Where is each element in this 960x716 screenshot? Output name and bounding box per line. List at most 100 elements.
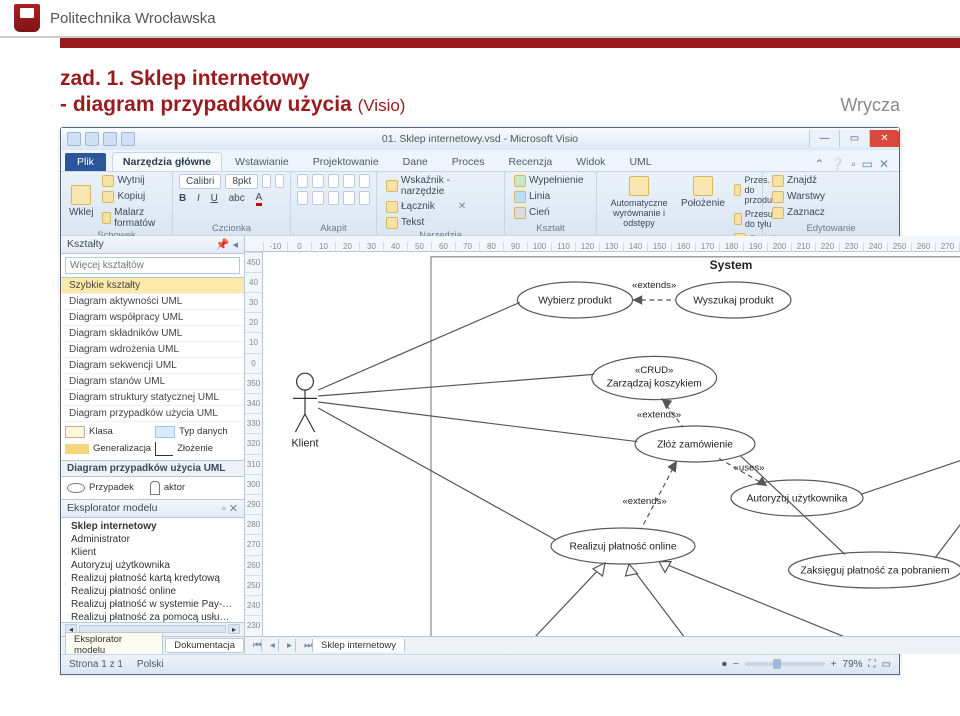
tree-node[interactable]: Klient <box>61 546 244 559</box>
sheet-tab-page[interactable]: Sklep internetowy <box>313 639 405 652</box>
undo-icon[interactable] <box>103 132 117 146</box>
auto-align-button[interactable]: Automatyczne wyrównanie i odstępy <box>603 174 675 230</box>
drawing-canvas[interactable]: System Klient <box>263 252 960 636</box>
bold-button[interactable]: B <box>179 193 186 204</box>
copy-button[interactable]: Kopiuj <box>99 190 166 204</box>
help-icon[interactable]: ❔ <box>830 157 845 171</box>
font-color-button[interactable]: A <box>256 192 263 206</box>
tree-node[interactable]: Realizuj płatność za pomocą usługi ePrze… <box>61 611 244 622</box>
rotate-text-icon[interactable] <box>359 174 370 188</box>
connector-tool[interactable]: Łącznik✕ <box>383 200 498 214</box>
decrease-indent-icon[interactable] <box>343 191 354 205</box>
align-bot-icon[interactable] <box>328 191 339 205</box>
record-macro-icon[interactable]: ⏺ <box>722 659 727 670</box>
font-size-select[interactable]: 8pkt <box>225 174 258 189</box>
shape-typ[interactable]: Typ danych <box>155 426 240 438</box>
grow-font-icon[interactable] <box>262 174 271 188</box>
text-tool[interactable]: Tekst <box>383 216 498 230</box>
shape-generalization[interactable]: Generalizacja <box>65 442 151 456</box>
stencil-item[interactable]: Diagram wdrożenia UML <box>61 342 244 358</box>
stencil-item[interactable]: Diagram sekwencji UML <box>61 358 244 374</box>
sheet-nav-next[interactable]: ▸ <box>279 639 296 652</box>
paste-button[interactable]: Wklej <box>67 183 95 220</box>
bullets-icon[interactable] <box>343 174 354 188</box>
mdi-min-icon[interactable]: ▫ <box>851 157 855 171</box>
shape-aktor[interactable]: aktor <box>150 481 185 495</box>
stencil-item[interactable]: Diagram składników UML <box>61 326 244 342</box>
minimize-button[interactable]: — <box>809 130 839 147</box>
mdi-max-icon[interactable]: ▭ <box>862 157 873 171</box>
stencil-item[interactable]: Diagram struktury statycznej UML <box>61 390 244 406</box>
tab-review[interactable]: Recenzja <box>497 152 563 171</box>
tab-view[interactable]: Widok <box>565 152 616 171</box>
shrink-font-icon[interactable] <box>275 174 284 188</box>
layers-button[interactable]: Warstwy <box>769 190 893 204</box>
tab-process[interactable]: Proces <box>441 152 496 171</box>
shape-przypadek[interactable]: Przypadek <box>67 481 134 495</box>
minimize-ribbon-icon[interactable]: ⌃ <box>814 157 824 171</box>
tab-data[interactable]: Dane <box>392 152 439 171</box>
stencil-item[interactable]: Diagram aktywności UML <box>61 294 244 310</box>
select-button[interactable]: Zaznacz <box>769 206 893 220</box>
pointer-tool[interactable]: Wskaźnik - narzędzie <box>383 174 498 198</box>
align-left-icon[interactable] <box>297 174 308 188</box>
find-button[interactable]: Znajdź <box>769 174 893 188</box>
sheet-nav-prev[interactable]: ◂ <box>262 639 279 652</box>
svg-text:«CRUD»: «CRUD» <box>635 365 673 376</box>
sheet-nav-last[interactable]: ⏭ <box>296 639 313 652</box>
scroll-right-icon[interactable]: ▸ <box>228 624 240 634</box>
strike-button[interactable]: abc <box>229 193 245 204</box>
svg-text:Klient: Klient <box>291 437 318 449</box>
more-shapes[interactable]: Więcej kształtów <box>65 257 240 274</box>
explorer-tree[interactable]: Sklep internetowy Administrator Klient A… <box>61 518 244 622</box>
mdi-close-icon[interactable]: ✕ <box>879 157 889 171</box>
shape-palette: Klasa Typ danych Generalizacja Złożenie <box>61 422 244 460</box>
tab-home[interactable]: Narzędzia główne <box>112 152 222 171</box>
close-button[interactable]: ✕ <box>869 130 899 147</box>
zoom-in-button[interactable]: + <box>831 659 837 670</box>
align-top-icon[interactable] <box>297 191 308 205</box>
explorer-bottom-tabs: Eksplorator modelu Dokumentacja <box>61 636 244 654</box>
sheet-nav-first[interactable]: ⏮ <box>245 639 262 652</box>
restore-button[interactable]: ▭ <box>839 130 869 147</box>
align-center-icon[interactable] <box>312 174 323 188</box>
stencil-item[interactable]: Diagram przypadków użycia UML <box>61 406 244 422</box>
tab-design[interactable]: Projektowanie <box>302 152 390 171</box>
shadow-button[interactable]: Cień <box>511 206 590 220</box>
save-icon[interactable] <box>85 132 99 146</box>
stencil-item[interactable]: Szybkie kształty <box>61 278 244 294</box>
tab-docs[interactable]: Dokumentacja <box>165 638 244 653</box>
fit-page-button[interactable]: ⛶ <box>869 659 876 670</box>
tab-uml[interactable]: UML <box>618 152 662 171</box>
fill-button[interactable]: Wypełnienie <box>511 174 590 188</box>
zoom-out-button[interactable]: − <box>733 659 739 670</box>
redo-icon[interactable] <box>121 132 135 146</box>
tree-node[interactable]: Administrator <box>61 533 244 546</box>
tab-insert[interactable]: Wstawianie <box>224 152 300 171</box>
line-button[interactable]: Linia <box>511 190 590 204</box>
cut-button[interactable]: Wytnij <box>99 174 166 188</box>
fullscreen-button[interactable]: ▭ <box>882 659 891 670</box>
tree-node[interactable]: Realizuj płatność w systemie Pay-Pal <box>61 598 244 611</box>
tree-node[interactable]: Realizuj płatność kartą kredytową <box>61 572 244 585</box>
increase-indent-icon[interactable] <box>359 191 370 205</box>
align-right-icon[interactable] <box>328 174 339 188</box>
zoom-slider[interactable] <box>745 662 825 666</box>
align-mid-icon[interactable] <box>312 191 323 205</box>
file-tab[interactable]: Plik <box>65 153 106 171</box>
font-name-select[interactable]: Calibri <box>179 174 221 189</box>
position-button[interactable]: Położenie <box>679 174 727 211</box>
pin-icon[interactable]: 📌 ◂ <box>216 238 238 251</box>
format-painter-button[interactable]: Malarz formatów <box>99 206 166 230</box>
explorer-close-icon[interactable]: ▫ ✕ <box>222 502 238 515</box>
find-label: Znajdź <box>787 175 817 186</box>
italic-button[interactable]: I <box>197 193 200 204</box>
tree-node[interactable]: Realizuj płatność online <box>61 585 244 598</box>
tree-node[interactable]: Sklep internetowy <box>61 520 244 533</box>
stencil-item[interactable]: Diagram współpracy UML <box>61 310 244 326</box>
underline-button[interactable]: U <box>211 193 218 204</box>
tree-node[interactable]: Autoryzuj użytkownika <box>61 559 244 572</box>
stencil-item[interactable]: Diagram stanów UML <box>61 374 244 390</box>
shape-zlozenie[interactable]: Złożenie <box>155 442 240 456</box>
shape-klasa[interactable]: Klasa <box>65 426 151 438</box>
